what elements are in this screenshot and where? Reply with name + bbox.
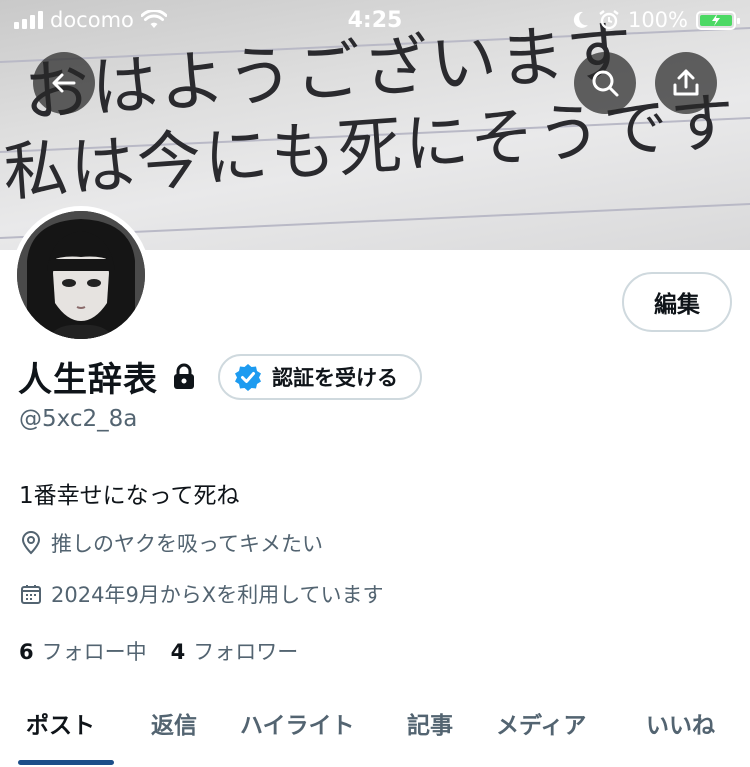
get-verified-button[interactable]: 認証を受ける <box>218 353 422 400</box>
following-count: 6 <box>19 640 34 664</box>
tab-replies[interactable]: 返信 <box>151 706 197 740</box>
profile-bio: 1番幸せになって死ね <box>19 483 240 509</box>
profile-tabs: ポスト 返信 ハイライト 記事 メディア いいね <box>0 696 750 767</box>
tab-likes[interactable]: いいね <box>646 706 715 740</box>
join-date-text: 2024年9月からXを利用しています <box>51 583 384 607</box>
followers-count: 4 <box>170 640 186 664</box>
verified-badge-icon <box>235 363 261 391</box>
profile-join-date: 2024年9月からXを利用しています <box>19 579 384 609</box>
profile-handle: @5xc2_8a <box>19 406 138 432</box>
follow-stats: 6 フォロー中 4 フォロワー <box>19 636 298 666</box>
status-bar: docomo 4:25 100% <box>0 0 750 42</box>
moon-icon <box>573 11 588 28</box>
profile-name: 人生辞表 <box>18 360 158 400</box>
location-text: 推しのヤクを吸ってキメたい <box>51 532 323 556</box>
share-button[interactable] <box>655 52 717 114</box>
tab-media[interactable]: メディア <box>496 706 586 740</box>
lock-icon <box>172 363 196 391</box>
search-icon <box>592 70 619 97</box>
battery-percent: 100% <box>627 8 688 32</box>
active-tab-indicator <box>18 760 114 765</box>
tab-posts[interactable]: ポスト <box>26 706 95 740</box>
alarm-clock-icon <box>599 10 619 30</box>
followers-link[interactable]: 4 フォロワー <box>171 636 299 666</box>
following-label: フォロー中 <box>41 640 147 664</box>
search-button[interactable] <box>574 52 636 114</box>
battery-icon <box>696 10 740 30</box>
calendar-icon <box>21 585 41 604</box>
tab-articles[interactable]: 記事 <box>407 706 453 740</box>
tab-highlights[interactable]: ハイライト <box>240 706 355 740</box>
profile-location: 推しのヤクを吸ってキメたい <box>19 528 323 558</box>
avatar[interactable] <box>12 206 150 344</box>
avatar-illustration <box>17 211 145 339</box>
following-link[interactable]: 6 フォロー中 <box>19 636 147 666</box>
get-verified-label: 認証を受ける <box>272 365 398 390</box>
arrow-left-icon <box>52 73 76 93</box>
edit-profile-button[interactable]: 編集 <box>622 272 732 332</box>
back-button[interactable] <box>33 52 95 114</box>
share-icon <box>673 69 699 96</box>
followers-label: フォロワー <box>193 640 299 664</box>
location-pin-icon <box>21 531 41 555</box>
